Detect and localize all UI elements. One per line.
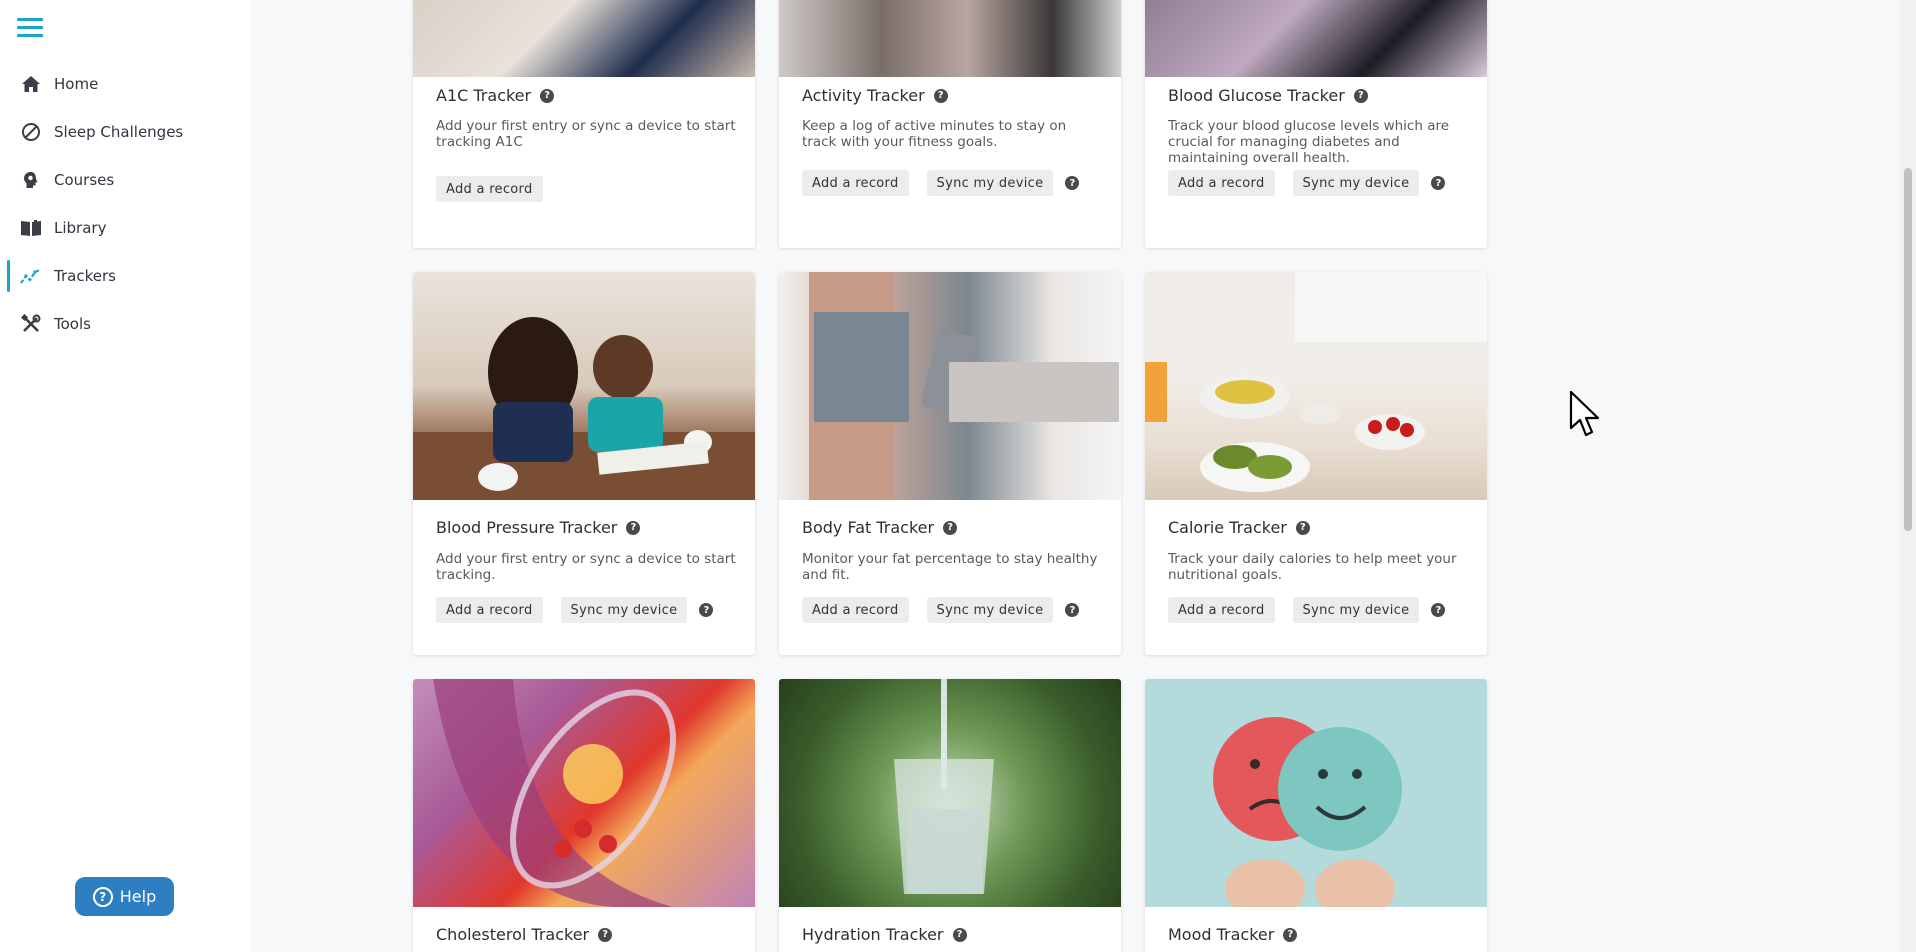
home-icon	[20, 73, 42, 95]
sidebar-item-label: Home	[54, 75, 99, 93]
tracker-image	[779, 0, 1121, 77]
tracker-image	[413, 272, 755, 500]
menu-icon[interactable]	[17, 18, 43, 38]
card-title: Blood Glucose Tracker	[1168, 86, 1345, 105]
card-description: Keep a log of active minutes to stay on …	[802, 118, 1067, 150]
mouse-cursor-icon	[1569, 390, 1600, 437]
tracker-card-calorie: Calorie Tracker ? Track your daily calor…	[1145, 272, 1487, 655]
sidebar-item-label: Tools	[54, 315, 91, 333]
card-title: Body Fat Tracker	[802, 518, 935, 537]
add-record-button[interactable]: Add a record	[1168, 597, 1275, 623]
question-circle-icon: ?	[92, 886, 113, 907]
tracker-card-mood: Mood Tracker ?	[1145, 679, 1487, 952]
sidebar-item-home[interactable]: Home	[0, 60, 251, 108]
tracker-card-activity: Activity Tracker ? Keep a log of active …	[779, 0, 1121, 248]
tracker-image	[1145, 272, 1487, 500]
scrollbar-thumb[interactable]	[1904, 168, 1912, 531]
card-description: Monitor your fat percentage to stay heal…	[802, 551, 1098, 583]
card-title: Cholesterol Tracker	[436, 925, 590, 944]
info-icon[interactable]: ?	[943, 520, 958, 535]
book-icon	[20, 217, 42, 239]
tracker-card-blood-glucose: Blood Glucose Tracker ? Track your blood…	[1145, 0, 1487, 248]
card-description: Add your first entry or sync a device to…	[436, 118, 736, 150]
add-record-button[interactable]: Add a record	[802, 170, 909, 196]
info-icon[interactable]: ?	[626, 520, 641, 535]
sync-info-icon[interactable]: ?	[1065, 176, 1080, 190]
sidebar-item-courses[interactable]: Courses	[0, 156, 251, 204]
sidebar-item-label: Courses	[54, 171, 115, 189]
add-record-button[interactable]: Add a record	[436, 597, 543, 623]
sync-info-icon[interactable]: ?	[699, 603, 714, 617]
card-description: Add your first entry or sync a device to…	[436, 551, 736, 583]
tracker-image	[1145, 679, 1487, 919]
sidebar-item-sleep-challenges[interactable]: Sleep Challenges	[0, 108, 251, 156]
sync-device-button[interactable]: Sync my device	[926, 170, 1054, 196]
info-icon[interactable]: ?	[1353, 88, 1368, 103]
add-record-button[interactable]: Add a record	[436, 176, 543, 202]
sidebar-nav: Home Sleep Challenges Courses Library Tr…	[0, 60, 251, 348]
tracker-card-blood-pressure: Blood Pressure Tracker ? Add your first …	[413, 272, 755, 655]
tracker-card-body-fat: Body Fat Tracker ? Monitor your fat perc…	[779, 272, 1121, 655]
sidebar-item-library[interactable]: Library	[0, 204, 251, 252]
ban-icon	[20, 121, 42, 143]
card-title: Activity Tracker	[802, 86, 925, 105]
card-description: Track your blood glucose levels which ar…	[1168, 118, 1450, 166]
card-title: Mood Tracker	[1168, 925, 1275, 944]
tracker-card-hydration: Hydration Tracker ?	[779, 679, 1121, 952]
sidebar-item-label: Library	[54, 219, 107, 237]
card-description: Track your daily calories to help meet y…	[1168, 551, 1457, 583]
tools-icon	[20, 313, 42, 335]
info-icon[interactable]: ?	[933, 88, 948, 103]
info-icon[interactable]: ?	[1295, 520, 1310, 535]
sync-device-button[interactable]: Sync my device	[1292, 597, 1420, 623]
sidebar: Home Sleep Challenges Courses Library Tr…	[0, 0, 251, 952]
info-icon[interactable]: ?	[540, 88, 555, 103]
info-icon[interactable]: ?	[952, 927, 967, 942]
lightbulb-head-icon	[20, 169, 42, 191]
sync-device-button[interactable]: Sync my device	[1292, 170, 1420, 196]
tracker-image	[413, 0, 755, 77]
trend-chart-icon	[20, 265, 42, 287]
sidebar-item-label: Sleep Challenges	[54, 123, 184, 141]
sidebar-item-label: Trackers	[54, 267, 116, 285]
sync-device-button[interactable]: Sync my device	[926, 597, 1054, 623]
info-icon[interactable]: ?	[1283, 927, 1298, 942]
help-button[interactable]: ? Help	[75, 877, 174, 916]
sidebar-item-tools[interactable]: Tools	[0, 300, 251, 348]
card-title: Calorie Tracker	[1168, 518, 1287, 537]
sidebar-item-trackers[interactable]: Trackers	[0, 252, 251, 300]
card-title: Hydration Tracker	[802, 925, 944, 944]
tracker-image	[413, 679, 755, 907]
sync-device-button[interactable]: Sync my device	[560, 597, 688, 623]
sync-info-icon[interactable]: ?	[1431, 176, 1446, 190]
help-label: Help	[119, 887, 157, 906]
sync-info-icon[interactable]: ?	[1065, 603, 1080, 617]
tracker-image	[779, 272, 1121, 500]
add-record-button[interactable]: Add a record	[802, 597, 909, 623]
tracker-image	[1145, 0, 1487, 77]
info-icon[interactable]: ?	[598, 927, 613, 942]
sync-info-icon[interactable]: ?	[1431, 603, 1446, 617]
tracker-image	[779, 679, 1121, 907]
card-title: A1C Tracker	[436, 86, 532, 105]
trackers-grid: A1C Tracker ? Add your first entry or sy…	[251, 0, 1900, 952]
card-title: Blood Pressure Tracker	[436, 518, 618, 537]
tracker-card-a1c: A1C Tracker ? Add your first entry or sy…	[413, 0, 755, 248]
scrollbar[interactable]	[1900, 0, 1916, 952]
tracker-card-cholesterol: Cholesterol Tracker ?	[413, 679, 755, 952]
add-record-button[interactable]: Add a record	[1168, 170, 1275, 196]
